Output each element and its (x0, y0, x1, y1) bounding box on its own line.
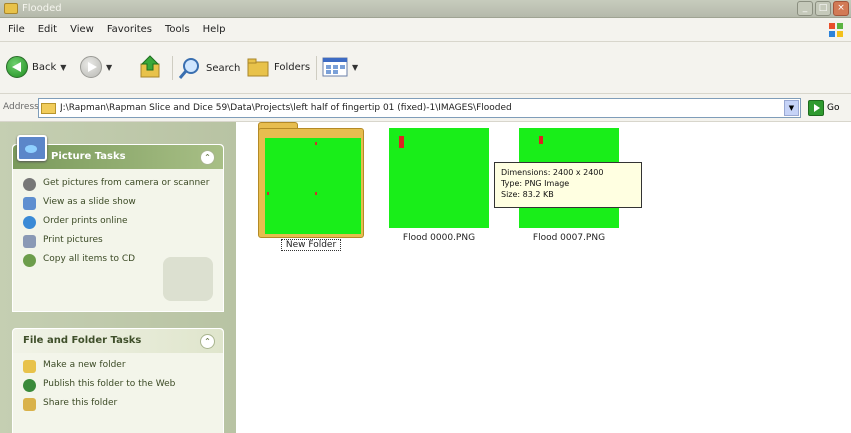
task-label: Share this folder (43, 398, 118, 408)
go-button[interactable]: Go (808, 100, 839, 116)
forward-button[interactable]: ▼ (80, 56, 112, 78)
new-folder-icon (23, 360, 36, 373)
tooltip-size: Size: 83.2 KB (501, 190, 554, 199)
menu-edit[interactable]: Edit (38, 24, 57, 35)
image-thumbnail (389, 128, 489, 228)
task-order-prints[interactable]: Order prints online (13, 213, 223, 232)
task-pane: Picture Tasks ⌃ Get pictures from camera… (0, 122, 236, 433)
file-info-tooltip: Dimensions: 2400 x 2400 Type: PNG Image … (494, 162, 642, 208)
task-get-pictures[interactable]: Get pictures from camera or scanner (13, 175, 223, 194)
up-folder-icon (140, 55, 160, 78)
menu-help[interactable]: Help (203, 24, 226, 35)
back-label: Back (32, 61, 57, 73)
task-label: Make a new folder (43, 360, 126, 370)
folder-icon (41, 102, 56, 114)
file-name: Flood 0000.PNG (402, 233, 476, 243)
search-label: Search (206, 62, 241, 74)
tooltip-type: Type: PNG Image (501, 179, 570, 188)
camera-watermark-icon (163, 257, 213, 301)
cd-icon (23, 254, 36, 267)
back-arrow-icon (6, 56, 28, 78)
close-button[interactable]: × (833, 1, 849, 16)
address-input[interactable]: J:\Rapman\Rapman Slice and Dice 59\Data\… (38, 98, 801, 118)
collapse-icon[interactable]: ⌃ (200, 150, 215, 165)
address-label: Address (3, 102, 39, 112)
printer-icon (23, 235, 36, 248)
task-label: Get pictures from camera or scanner (43, 178, 210, 188)
views-icon (322, 57, 348, 77)
task-new-folder[interactable]: Make a new folder (13, 357, 223, 376)
windows-logo-icon (829, 23, 843, 37)
window-controls: _ □ × (797, 1, 849, 16)
search-icon (178, 58, 199, 79)
file-name: Flood 0007.PNG (532, 233, 606, 243)
file-folder-tasks-panel: File and Folder Tasks ⌃ Make a new folde… (12, 328, 224, 433)
camera-icon (23, 178, 36, 191)
menu-bar: File Edit View Favorites Tools Help (0, 18, 851, 42)
toolbar: Back ▼ ▼ Search Folders ▼ (0, 42, 851, 94)
globe-icon (23, 216, 36, 229)
menu-file[interactable]: File (8, 24, 25, 35)
folders-button[interactable]: Folders (246, 56, 310, 78)
task-label: View as a slide show (43, 197, 136, 207)
minimize-button[interactable]: _ (797, 1, 813, 16)
task-label: Copy all items to CD (43, 254, 136, 264)
up-folder-button[interactable] (138, 54, 164, 80)
address-path[interactable]: J:\Rapman\Rapman Slice and Dice 59\Data\… (60, 103, 512, 113)
folder-thumbnail (258, 122, 364, 238)
maximize-button[interactable]: □ (815, 1, 831, 16)
file-tasks-title: File and Folder Tasks (23, 335, 142, 346)
task-label: Order prints online (43, 216, 128, 226)
forward-arrow-icon (80, 56, 102, 78)
chevron-down-icon[interactable]: ▼ (60, 63, 66, 72)
back-button[interactable]: Back ▼ (6, 56, 66, 78)
window-title: Flooded (22, 3, 62, 14)
collapse-icon[interactable]: ⌃ (200, 334, 215, 349)
task-label: Publish this folder to the Web (43, 379, 176, 389)
chevron-down-icon[interactable]: ▼ (352, 63, 358, 72)
task-slide-show[interactable]: View as a slide show (13, 194, 223, 213)
views-button[interactable]: ▼ (322, 56, 358, 78)
file-view: New Folder Flood 0000.PNG Flood 0007.PNG… (236, 122, 851, 433)
go-arrow-icon (808, 100, 824, 116)
tooltip-dimensions: Dimensions: 2400 x 2400 (501, 168, 604, 177)
search-button[interactable]: Search (178, 56, 240, 80)
address-dropdown-button[interactable]: ▼ (784, 100, 799, 116)
address-bar: Address J:\Rapman\Rapman Slice and Dice … (0, 94, 851, 122)
menu-favorites[interactable]: Favorites (107, 24, 152, 35)
publish-web-icon (23, 379, 36, 392)
file-item-new-folder[interactable]: New Folder (256, 122, 366, 251)
folder-icon (4, 3, 18, 14)
folders-icon (247, 58, 269, 77)
share-folder-icon (23, 398, 36, 411)
task-print-pictures[interactable]: Print pictures (13, 232, 223, 251)
chevron-down-icon[interactable]: ▼ (106, 63, 112, 72)
file-name: New Folder (280, 239, 342, 251)
picture-tasks-title: Picture Tasks (51, 151, 126, 162)
picture-tasks-header[interactable]: Picture Tasks ⌃ (13, 135, 223, 169)
slideshow-icon (23, 197, 36, 210)
task-share-folder[interactable]: Share this folder (13, 395, 223, 414)
go-label: Go (827, 103, 840, 113)
pictures-icon (17, 135, 47, 161)
menu-view[interactable]: View (70, 24, 94, 35)
task-label: Print pictures (43, 235, 103, 245)
file-tasks-header[interactable]: File and Folder Tasks ⌃ (13, 329, 223, 353)
picture-tasks-panel: Picture Tasks ⌃ Get pictures from camera… (12, 135, 224, 312)
file-item-flood-0000[interactable]: Flood 0000.PNG (384, 128, 494, 243)
title-bar: Flooded _ □ × (0, 0, 851, 18)
menu-tools[interactable]: Tools (165, 24, 190, 35)
task-publish-web[interactable]: Publish this folder to the Web (13, 376, 223, 395)
folders-label: Folders (274, 61, 311, 73)
